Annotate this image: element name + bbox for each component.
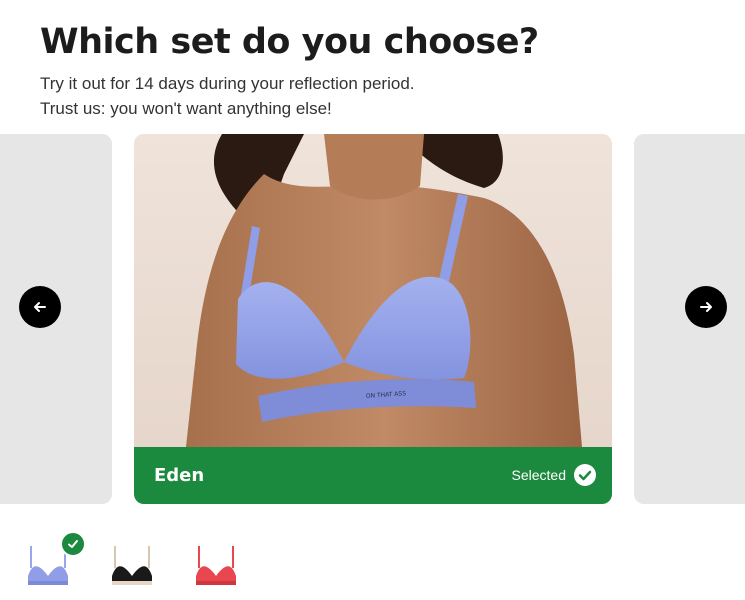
page-title: Which set do you choose? xyxy=(40,22,539,62)
checkmark-icon xyxy=(574,464,596,486)
checkmark-icon xyxy=(60,531,86,557)
card-footer: Eden Selected xyxy=(134,447,612,504)
bra-thumbnail-icon xyxy=(112,546,152,585)
subtitle-line-1: Try it out for 14 days during your refle… xyxy=(40,74,415,93)
bra-thumbnail-icon xyxy=(196,546,236,585)
arrow-right-icon xyxy=(700,302,712,312)
thumbnail-red[interactable] xyxy=(188,536,244,592)
product-photo: ON THAT ASS xyxy=(134,134,612,447)
subtitle-line-2: Trust us: you won't want anything else! xyxy=(40,99,332,118)
selected-label: Selected xyxy=(511,467,566,483)
product-name: Eden xyxy=(154,465,205,486)
carousel-prev-button[interactable] xyxy=(19,286,61,328)
thumbnail-black[interactable] xyxy=(104,536,160,592)
product-card-selected[interactable]: ON THAT ASS Eden Selected xyxy=(134,134,612,504)
arrow-left-icon xyxy=(34,302,46,312)
carousel-next-button[interactable] xyxy=(685,286,727,328)
